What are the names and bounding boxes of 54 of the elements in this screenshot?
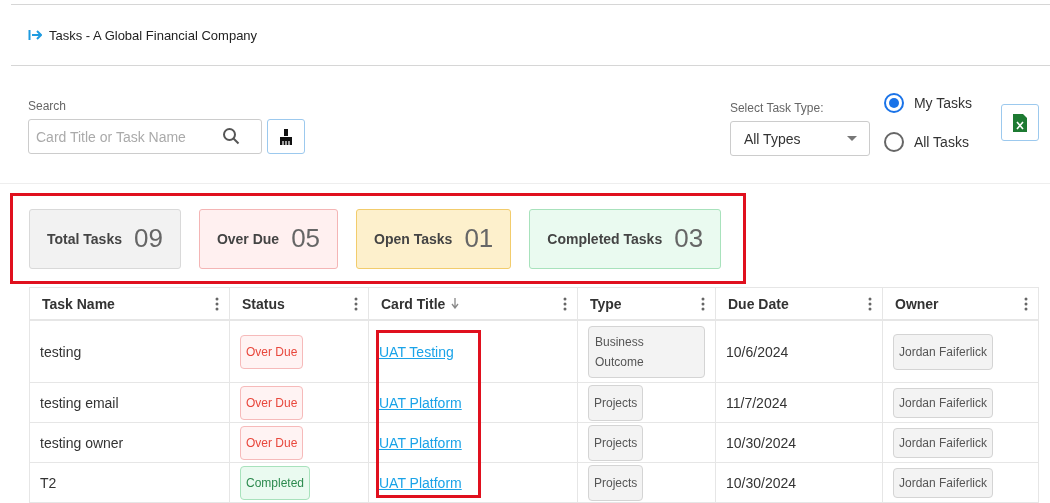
- more-icon[interactable]: [215, 296, 219, 311]
- scope-radio[interactable]: My Tasks: [883, 93, 972, 113]
- table-cell: 10/30/2024: [715, 422, 883, 463]
- table-cell: T2: [29, 462, 230, 503]
- summary-label: Open Tasks: [374, 230, 453, 247]
- search-field[interactable]: Card Title or Task Name: [28, 119, 262, 154]
- table-cell: 10/30/2024: [715, 462, 883, 503]
- summary-label: Completed Tasks: [547, 230, 663, 247]
- table-cell: testing email: [29, 382, 230, 423]
- page-title: Tasks - A Global Financial Company: [49, 27, 258, 43]
- type-tag: Projects: [588, 384, 644, 421]
- arrow-icon: [28, 29, 42, 41]
- task-type-label: Select Task Type:: [729, 101, 825, 115]
- search-label: Search: [28, 99, 68, 113]
- column-header[interactable]: Card Title: [368, 287, 578, 320]
- status-tag: Over Due: [240, 425, 304, 460]
- status-tag: Over Due: [240, 385, 304, 420]
- task-type-dropdown[interactable]: All Types: [729, 121, 870, 156]
- owner-tag: Jordan Faiferlick: [893, 467, 994, 498]
- more-icon[interactable]: [354, 296, 358, 311]
- summary-label: Total Tasks: [47, 230, 122, 247]
- column-header[interactable]: Owner: [882, 287, 1039, 320]
- more-icon[interactable]: [1024, 296, 1028, 311]
- type-tag: Business Outcome: [588, 325, 705, 378]
- search-icon: [222, 127, 240, 145]
- summary-count: 01: [464, 223, 494, 254]
- column-header[interactable]: Type: [577, 287, 716, 320]
- type-tag: Projects: [588, 464, 644, 501]
- owner-tag: Jordan Faiferlick: [893, 387, 994, 418]
- summary-label: Over Due: [216, 230, 280, 247]
- table-cell: 11/7/2024: [715, 382, 883, 423]
- table-cell: testing owner: [29, 422, 230, 463]
- table-cell: testing: [29, 320, 230, 383]
- summary-count: 05: [291, 223, 321, 254]
- column-header[interactable]: Status: [229, 287, 369, 320]
- more-icon[interactable]: [563, 296, 567, 311]
- column-header[interactable]: Due Date: [715, 287, 883, 320]
- more-icon[interactable]: [701, 296, 705, 311]
- owner-tag: Jordan Faiferlick: [893, 333, 994, 370]
- status-tag: Completed: [240, 465, 311, 500]
- summary-count: 03: [674, 223, 704, 254]
- caret-icon: [846, 136, 857, 141]
- clear-button[interactable]: [267, 119, 305, 154]
- brush-icon: [278, 127, 294, 146]
- table-cell: 10/6/2024: [715, 320, 883, 383]
- export-button[interactable]: [1001, 104, 1039, 141]
- owner-tag: Jordan Faiferlick: [893, 427, 994, 458]
- more-icon[interactable]: [868, 296, 872, 311]
- scope-radio[interactable]: All Tasks: [883, 132, 972, 152]
- type-tag: Projects: [588, 424, 644, 461]
- column-header[interactable]: Task Name: [29, 287, 230, 320]
- spreadsheet-icon: [1013, 113, 1027, 132]
- status-tag: Over Due: [240, 334, 304, 369]
- summary-count: 09: [133, 223, 163, 254]
